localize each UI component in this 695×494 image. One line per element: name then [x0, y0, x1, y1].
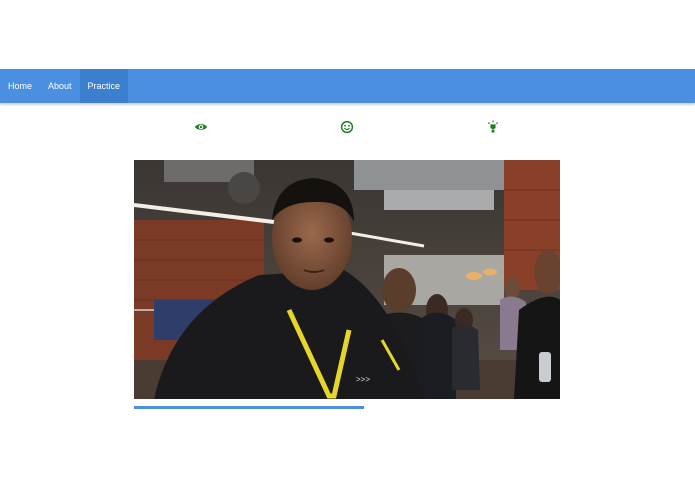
webcam-video: >>>: [134, 160, 560, 399]
eye-icon[interactable]: [194, 120, 208, 134]
smiley-icon[interactable]: [340, 120, 354, 134]
practice-progress-bar: [134, 406, 560, 409]
nav-home[interactable]: Home: [0, 69, 40, 103]
mode-icon-row: [0, 120, 695, 134]
top-navbar: Home About Practice: [0, 69, 695, 103]
nav-about[interactable]: About: [40, 69, 80, 103]
svg-text:>>>: >>>: [356, 375, 370, 384]
lightbulb-icon[interactable]: [486, 120, 500, 134]
progress-fill: [134, 406, 365, 409]
nav-practice[interactable]: Practice: [79, 69, 129, 103]
